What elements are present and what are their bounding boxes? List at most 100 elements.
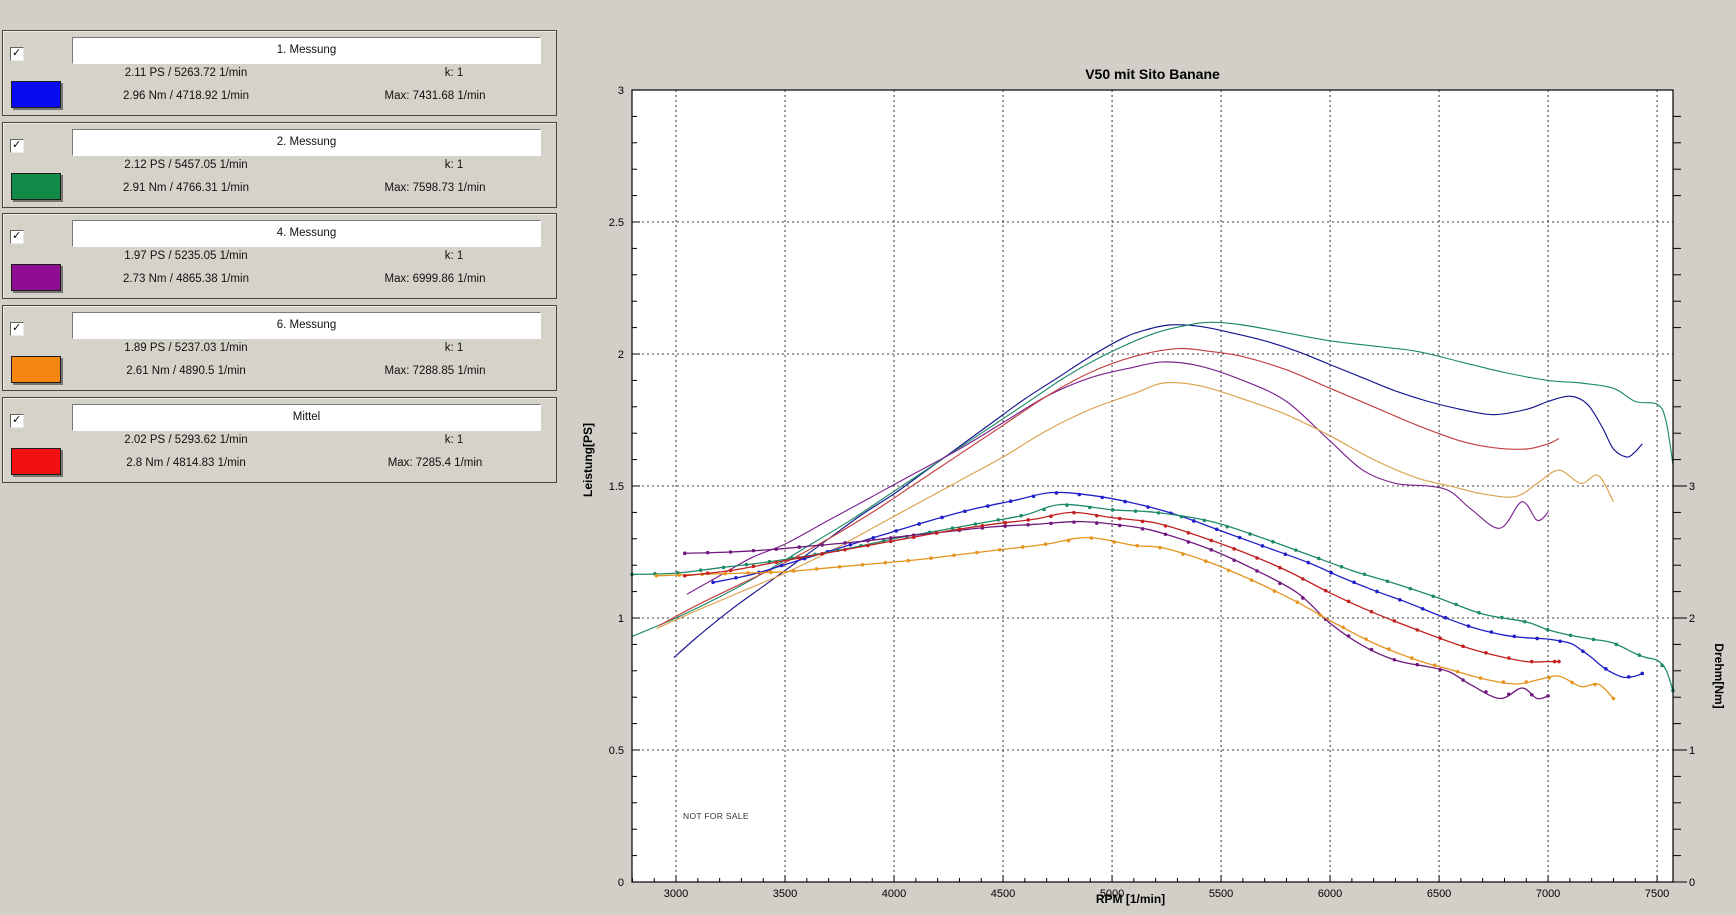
data-point-marker xyxy=(1187,531,1191,535)
data-point-marker xyxy=(1042,508,1046,512)
data-point-marker xyxy=(906,559,910,563)
data-point-marker xyxy=(1065,503,1069,507)
data-point-marker xyxy=(1456,670,1460,674)
data-point-marker xyxy=(1393,619,1397,623)
data-point-marker xyxy=(872,536,876,540)
data-point-marker xyxy=(678,573,682,577)
data-point-marker xyxy=(1490,630,1494,634)
data-point-marker xyxy=(1347,600,1351,604)
data-point-marker xyxy=(1284,552,1288,556)
data-point-marker xyxy=(917,522,921,526)
x-tick-label: 7000 xyxy=(1536,888,1560,900)
data-point-marker xyxy=(849,543,853,547)
data-point-marker xyxy=(838,565,842,569)
data-point-marker xyxy=(1557,660,1561,664)
data-point-marker xyxy=(935,531,939,535)
data-point-marker xyxy=(1232,547,1236,551)
data-point-marker xyxy=(1026,518,1030,522)
data-point-marker xyxy=(1502,680,1506,684)
x-tick-label: 4500 xyxy=(991,888,1015,900)
data-point-marker xyxy=(1569,633,1573,637)
data-point-marker xyxy=(1187,540,1191,544)
data-point-marker xyxy=(706,571,710,575)
data-point-marker xyxy=(1118,524,1122,528)
data-point-marker xyxy=(1158,546,1162,550)
data-point-marker xyxy=(1546,694,1550,698)
data-point-marker xyxy=(1003,524,1007,528)
y-left-tick-label: 1.5 xyxy=(609,481,624,493)
data-point-marker xyxy=(1072,520,1076,524)
data-point-marker xyxy=(1454,603,1458,607)
data-point-marker xyxy=(1615,643,1619,647)
data-point-marker xyxy=(1370,610,1374,614)
data-point-marker xyxy=(1444,616,1448,620)
data-point-marker xyxy=(1340,565,1344,569)
data-point-marker xyxy=(1095,521,1099,525)
y-left-axis-label: Leistung[PS] xyxy=(581,423,595,497)
data-point-marker xyxy=(815,567,819,571)
data-point-marker xyxy=(1364,637,1368,641)
data-point-marker xyxy=(683,552,687,556)
data-point-marker xyxy=(1438,668,1442,672)
data-point-marker xyxy=(1204,559,1208,563)
data-point-marker xyxy=(866,539,870,543)
chart-title: V50 mit Sito Banane xyxy=(1085,66,1220,82)
y-left-tick-label: 0 xyxy=(618,877,624,889)
data-point-marker xyxy=(1484,651,1488,655)
data-point-marker xyxy=(1640,672,1644,676)
data-point-marker xyxy=(1570,681,1574,685)
data-point-marker xyxy=(734,576,738,580)
y-left-tick-label: 2 xyxy=(618,349,624,361)
data-point-marker xyxy=(1433,663,1437,667)
data-point-marker xyxy=(711,581,715,585)
data-point-marker xyxy=(820,552,824,556)
y-right-tick-label: 2 xyxy=(1689,613,1695,625)
data-point-marker xyxy=(1467,624,1471,628)
data-point-marker xyxy=(912,535,916,539)
data-point-marker xyxy=(866,544,870,548)
data-point-marker xyxy=(775,547,779,551)
data-point-marker xyxy=(1255,556,1259,560)
data-point-marker xyxy=(1408,587,1412,591)
x-axis-label: RPM [1/min] xyxy=(1096,892,1165,906)
data-point-marker xyxy=(769,570,773,574)
data-point-marker xyxy=(843,541,847,545)
data-point-marker xyxy=(746,571,750,575)
data-point-marker xyxy=(1553,660,1557,664)
data-point-marker xyxy=(1546,628,1550,632)
data-point-marker xyxy=(1021,545,1025,549)
data-point-marker xyxy=(1581,649,1585,653)
data-point-marker xyxy=(1164,532,1168,536)
data-point-marker xyxy=(1238,536,1242,540)
data-point-marker xyxy=(843,548,847,552)
data-point-marker xyxy=(1003,521,1007,525)
data-point-marker xyxy=(655,574,659,578)
data-point-marker xyxy=(1164,524,1168,528)
data-point-marker xyxy=(1512,635,1516,639)
data-point-marker xyxy=(1157,511,1161,515)
y-left-tick-label: 3 xyxy=(618,85,624,97)
data-point-marker xyxy=(981,524,985,528)
data-point-marker xyxy=(1530,693,1534,697)
data-point-marker xyxy=(1558,639,1562,643)
data-point-marker xyxy=(1363,573,1367,577)
data-point-marker xyxy=(1375,590,1379,594)
data-point-marker xyxy=(1055,491,1059,495)
dyno-chart: NOT FOR SALE3000350040004500500055006000… xyxy=(0,0,1736,915)
data-point-marker xyxy=(722,566,726,570)
data-point-marker xyxy=(797,556,801,560)
data-point-marker xyxy=(963,509,967,513)
data-point-marker xyxy=(1535,637,1539,641)
data-point-marker xyxy=(1301,577,1305,581)
data-point-marker xyxy=(1301,596,1305,600)
data-point-marker xyxy=(1095,514,1099,518)
data-point-marker xyxy=(1090,536,1094,540)
data-point-marker xyxy=(861,563,865,567)
data-point-marker xyxy=(1461,645,1465,649)
watermark-text: NOT FOR SALE xyxy=(683,811,749,821)
data-point-marker xyxy=(1479,676,1483,680)
data-point-marker xyxy=(792,569,796,573)
data-point-marker xyxy=(1317,557,1321,561)
data-point-marker xyxy=(723,572,727,576)
data-point-marker xyxy=(1111,508,1115,512)
